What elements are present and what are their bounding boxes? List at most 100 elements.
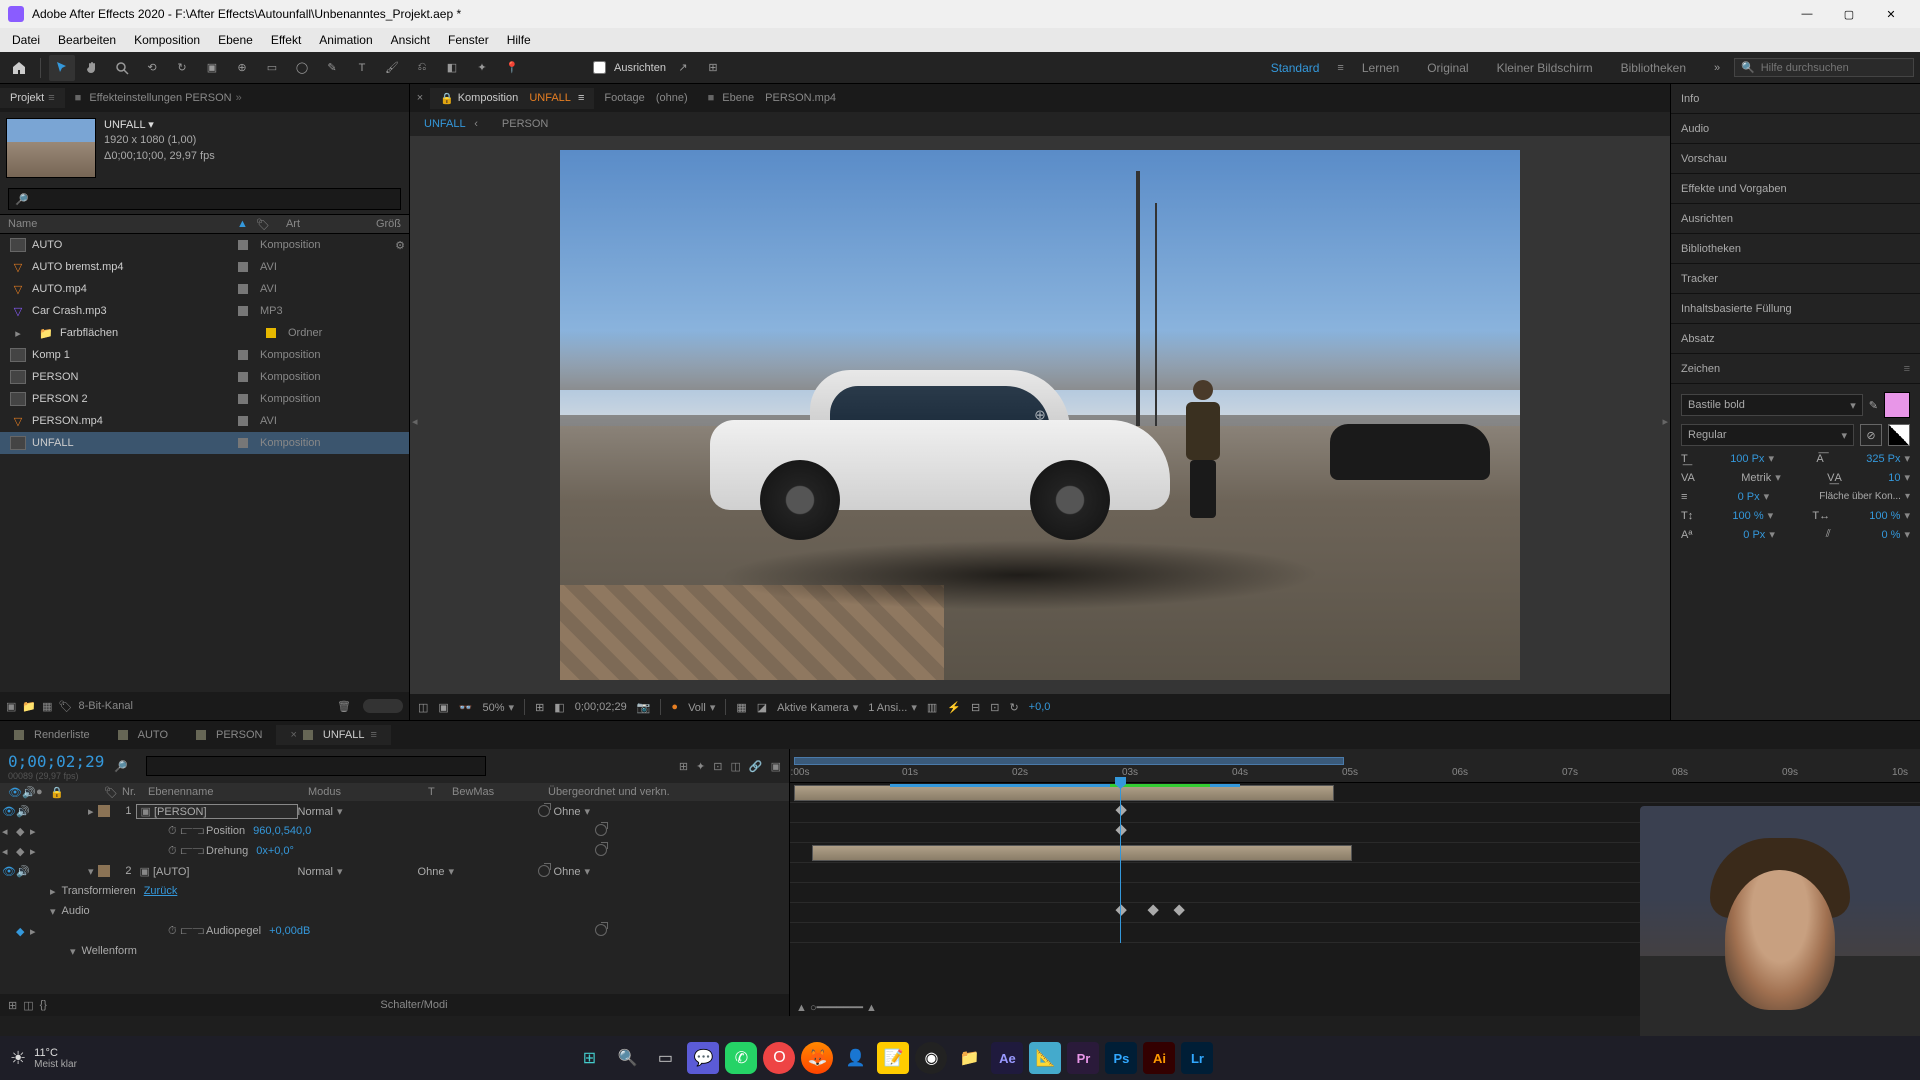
taskview-button[interactable]: ▭ (649, 1042, 681, 1074)
selection-tool[interactable] (49, 55, 75, 81)
obs-icon[interactable]: ◉ (915, 1042, 947, 1074)
rotate-tool[interactable]: ↻ (169, 55, 195, 81)
tsume-value[interactable]: 0 % (1882, 528, 1911, 541)
new-comp-icon[interactable]: ▦ (42, 700, 52, 713)
panel-vorschau[interactable]: Vorschau (1671, 144, 1920, 174)
firefox-icon[interactable]: 🦊 (801, 1042, 833, 1074)
viewer-timecode[interactable]: 0;00;02;29 (575, 701, 627, 713)
menu-fenster[interactable]: Fenster (440, 31, 497, 49)
timeline-icon[interactable]: ⊟ (971, 701, 980, 714)
grid-icon[interactable]: ⊞ (535, 701, 544, 714)
kerning-value[interactable]: Metrik (1741, 471, 1780, 484)
app-icon-1[interactable]: 👤 (839, 1042, 871, 1074)
roto-tool[interactable]: ✦ (469, 55, 495, 81)
camera-tool[interactable]: ▣ (199, 55, 225, 81)
maximize-button[interactable]: ▢ (1828, 0, 1870, 28)
tab-composition[interactable]: 🔒 Komposition UNFALL ≡ (430, 88, 594, 109)
workspace-lernen[interactable]: Lernen (1348, 57, 1413, 79)
panel-absatz[interactable]: Absatz (1671, 324, 1920, 354)
viewer-handle-left[interactable]: ◂ (412, 415, 418, 428)
tab-project[interactable]: Projekt ≡ (0, 88, 65, 108)
menu-ansicht[interactable]: Ansicht (383, 31, 438, 49)
close-button[interactable]: ✕ (1870, 0, 1912, 28)
help-search[interactable]: 🔍 (1734, 58, 1914, 77)
stroke-mode-dropdown[interactable]: Fläche über Kon... (1819, 491, 1910, 502)
timeline-search-icon[interactable]: 🔎 (114, 760, 128, 773)
camera-dropdown[interactable]: Aktive Kamera (777, 701, 858, 714)
pickwhip-icon[interactable] (538, 865, 550, 877)
app-icon-3[interactable]: 📐 (1029, 1042, 1061, 1074)
font-size-value[interactable]: 100 Px (1730, 452, 1774, 465)
project-item[interactable]: ▽Car Crash.mp3MP3 (0, 300, 409, 322)
menu-ebene[interactable]: Ebene (210, 31, 261, 49)
tab-footage[interactable]: Footage (ohne) (594, 88, 697, 108)
menu-effekt[interactable]: Effekt (263, 31, 309, 49)
clone-tool[interactable]: ⎌ (409, 55, 435, 81)
snap-checkbox[interactable] (593, 61, 606, 74)
app-icon-2[interactable]: 📝 (877, 1042, 909, 1074)
resolution-dropdown[interactable]: Voll (688, 701, 715, 714)
search-button[interactable]: 🔍 (611, 1042, 643, 1074)
menu-animation[interactable]: Animation (311, 31, 380, 49)
tl-foot-3[interactable]: {} (40, 999, 47, 1011)
trash-icon[interactable]: 🗑 (337, 700, 351, 713)
ellipse-tool[interactable]: ◯ (289, 55, 315, 81)
tab-layer[interactable]: ■ Ebene PERSON.mp4 (698, 88, 846, 108)
panel-effekte-und-vorgaben[interactable]: Effekte und Vorgaben (1671, 174, 1920, 204)
bpc-toggle[interactable]: 8-Bit-Kanal (78, 700, 132, 712)
zoom-dropdown[interactable]: 50% (483, 701, 515, 714)
menu-hilfe[interactable]: Hilfe (499, 31, 539, 49)
tl-opt4[interactable]: ◫ (730, 760, 740, 773)
project-item[interactable]: UNFALLKomposition (0, 432, 409, 454)
breadcrumb-unfall[interactable]: UNFALL ‹ (418, 116, 484, 132)
panel-ausrichten[interactable]: Ausrichten (1671, 204, 1920, 234)
pen-tool[interactable]: ✎ (319, 55, 345, 81)
project-item[interactable]: Komp 1Komposition (0, 344, 409, 366)
workspace-original[interactable]: Original (1413, 57, 1482, 79)
panel-tracker[interactable]: Tracker (1671, 264, 1920, 294)
new-folder-icon[interactable]: 📁 (22, 700, 36, 713)
sort-arrow-icon[interactable]: ▲ (237, 218, 248, 230)
weather-widget[interactable]: ☀ 11°C Meist klar (10, 1047, 77, 1070)
panel-info[interactable]: Info (1671, 84, 1920, 114)
hand-tool[interactable] (79, 55, 105, 81)
menu-bearbeiten[interactable]: Bearbeiten (50, 31, 124, 49)
tab-effect-controls[interactable]: ■Effekteinstellungen PERSON » (65, 88, 252, 108)
start-button[interactable]: ⊞ (573, 1042, 605, 1074)
tl-opt2[interactable]: ✦ (696, 760, 705, 773)
project-item[interactable]: ▽AUTO bremst.mp4AVI (0, 256, 409, 278)
layer-group[interactable]: ▸TransformierenZurück (0, 881, 789, 901)
tl-foot-1[interactable]: ⊞ (8, 999, 17, 1012)
explorer-icon[interactable]: 📁 (953, 1042, 985, 1074)
reset-exposure-icon[interactable]: ↻ (1009, 701, 1018, 714)
timeline-tab-auto[interactable]: AUTO (104, 725, 182, 745)
layer-row[interactable]: 👁🔊 ▾ 2 ▣ [AUTO] Normal Ohne Ohne (0, 861, 789, 881)
leading-value[interactable]: 325 Px (1866, 452, 1910, 465)
pickwhip-icon[interactable] (538, 805, 550, 817)
region-icon[interactable]: ◫ (418, 701, 428, 714)
rect-tool[interactable]: ▭ (259, 55, 285, 81)
pr-icon[interactable]: Pr (1067, 1042, 1099, 1074)
flowchart-icon[interactable]: ⊡ (990, 701, 999, 714)
hscale-value[interactable]: 100 % (1869, 509, 1910, 522)
layer-group[interactable]: ▾Audio (0, 901, 789, 921)
project-item[interactable]: ▽PERSON.mp4AVI (0, 410, 409, 432)
lr-icon[interactable]: Lr (1181, 1042, 1213, 1074)
workspace-more[interactable]: » (1704, 55, 1730, 81)
stroke-width-value[interactable]: 0 Px (1738, 490, 1770, 503)
vscale-value[interactable]: 100 % (1732, 509, 1773, 522)
workspace-standard[interactable]: Standard (1257, 57, 1334, 79)
timeline-tab-person[interactable]: PERSON (182, 725, 276, 745)
help-search-input[interactable] (1761, 62, 1901, 74)
pickwhip-icon[interactable] (595, 924, 607, 936)
exposure-value[interactable]: +0,0 (1029, 701, 1051, 713)
whatsapp-icon[interactable]: ✆ (725, 1042, 757, 1074)
px-aspect-icon[interactable]: ▥ (927, 701, 937, 714)
tl-opt5[interactable]: 🔗 (749, 760, 763, 773)
panel-inhaltsbasierte-füllung[interactable]: Inhaltsbasierte Füllung (1671, 294, 1920, 324)
pickwhip-icon[interactable] (595, 824, 607, 836)
viewer-handle-right[interactable]: ▸ (1662, 415, 1668, 428)
guides-icon[interactable]: ◧ (554, 701, 564, 714)
orbit-tool[interactable]: ⟲ (139, 55, 165, 81)
zoom-tool[interactable] (109, 55, 135, 81)
